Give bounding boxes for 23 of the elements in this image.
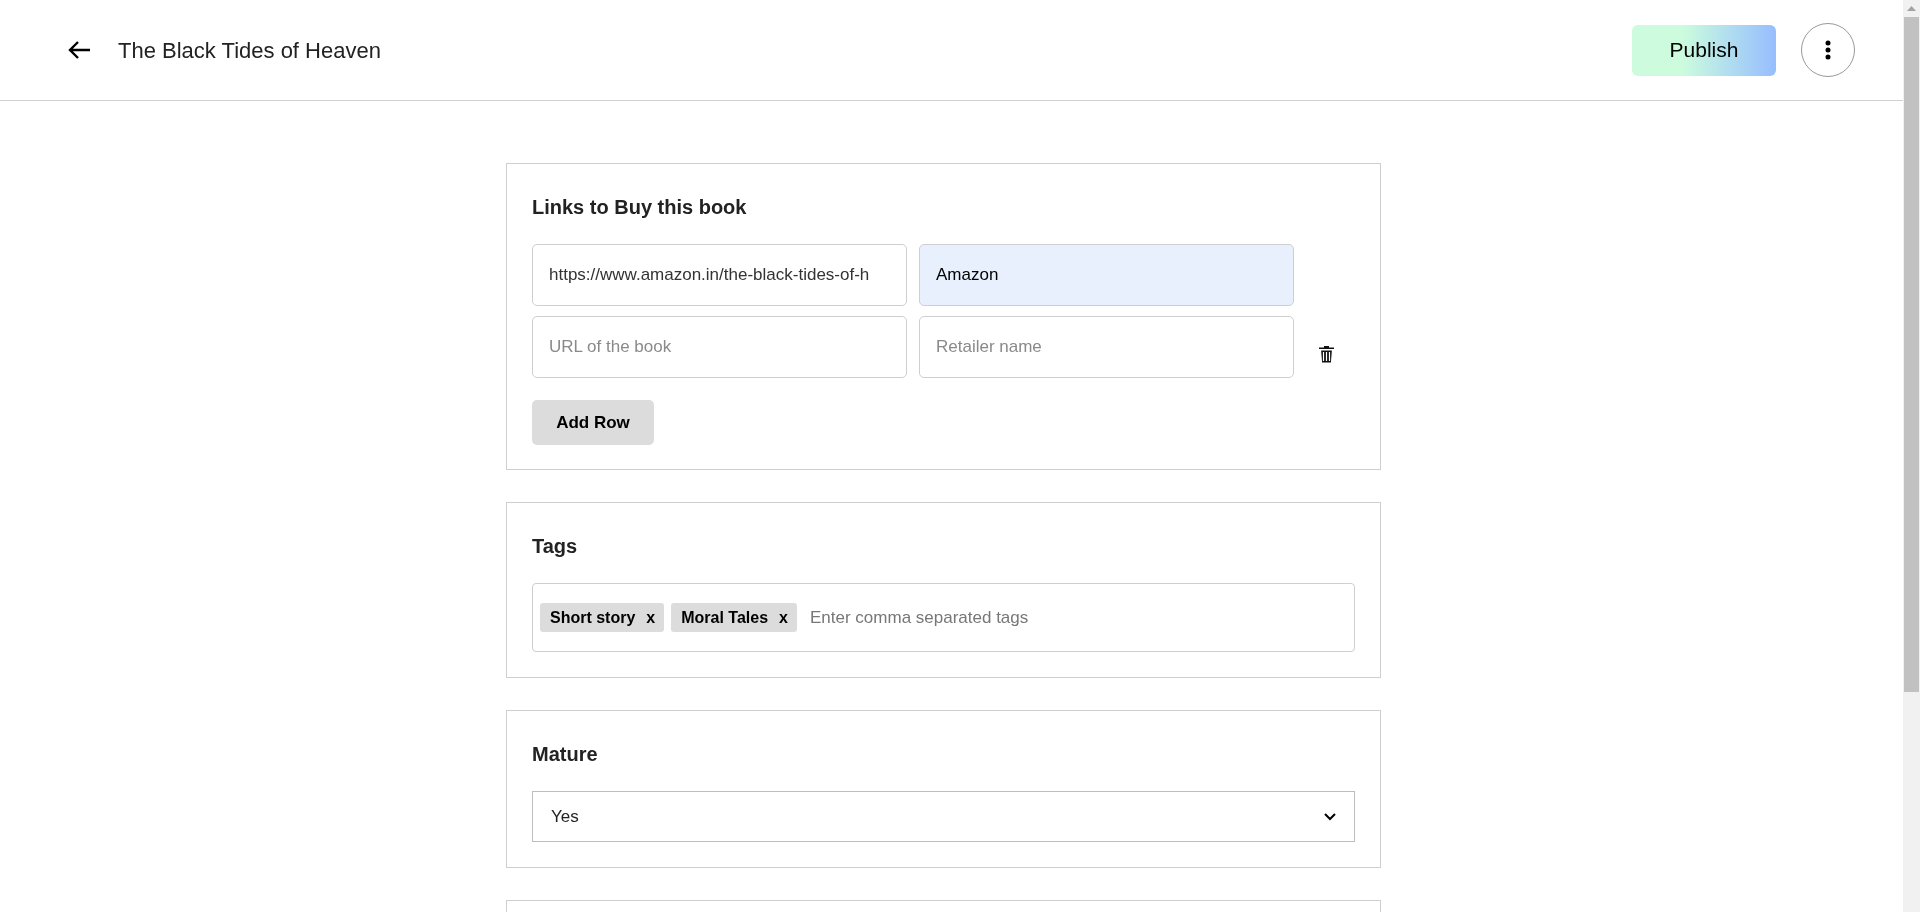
book-title: The Black Tides of Heaven bbox=[118, 36, 381, 65]
tag-entry-field[interactable]: Enter comma separated tags bbox=[810, 604, 1347, 631]
scroll-up-icon[interactable] bbox=[1907, 6, 1916, 11]
section-heading: Tags bbox=[532, 534, 579, 559]
tag-label: Short story bbox=[550, 607, 636, 628]
section-heading: Mature bbox=[532, 742, 599, 767]
mature-select[interactable]: Yes bbox=[532, 791, 1355, 842]
chevron-down-icon bbox=[1324, 812, 1336, 821]
retailer-input-field[interactable]: Amazon bbox=[919, 244, 1294, 306]
back-arrow-icon bbox=[68, 40, 92, 60]
remove-tag-button[interactable]: x bbox=[643, 605, 659, 630]
trash-icon bbox=[1318, 345, 1334, 363]
tag-label: Moral Tales bbox=[681, 607, 769, 628]
delete-button[interactable] bbox=[1316, 343, 1336, 365]
url-input-field[interactable]: https://www.amazon.in/the-black-tides-of-h bbox=[532, 244, 907, 306]
scrollbar[interactable] bbox=[1903, 0, 1920, 912]
retailer-input-field[interactable]: Retailer name bbox=[919, 316, 1294, 378]
section-heading: Links to Buy this book bbox=[532, 195, 748, 220]
add-row-button[interactable]: Add Row bbox=[532, 400, 654, 445]
more-options-icon bbox=[1825, 40, 1831, 60]
url-input-field[interactable]: URL of the book bbox=[532, 316, 907, 378]
remove-tag-button[interactable]: x bbox=[776, 605, 791, 630]
publish-button[interactable]: Publish bbox=[1632, 24, 1776, 76]
